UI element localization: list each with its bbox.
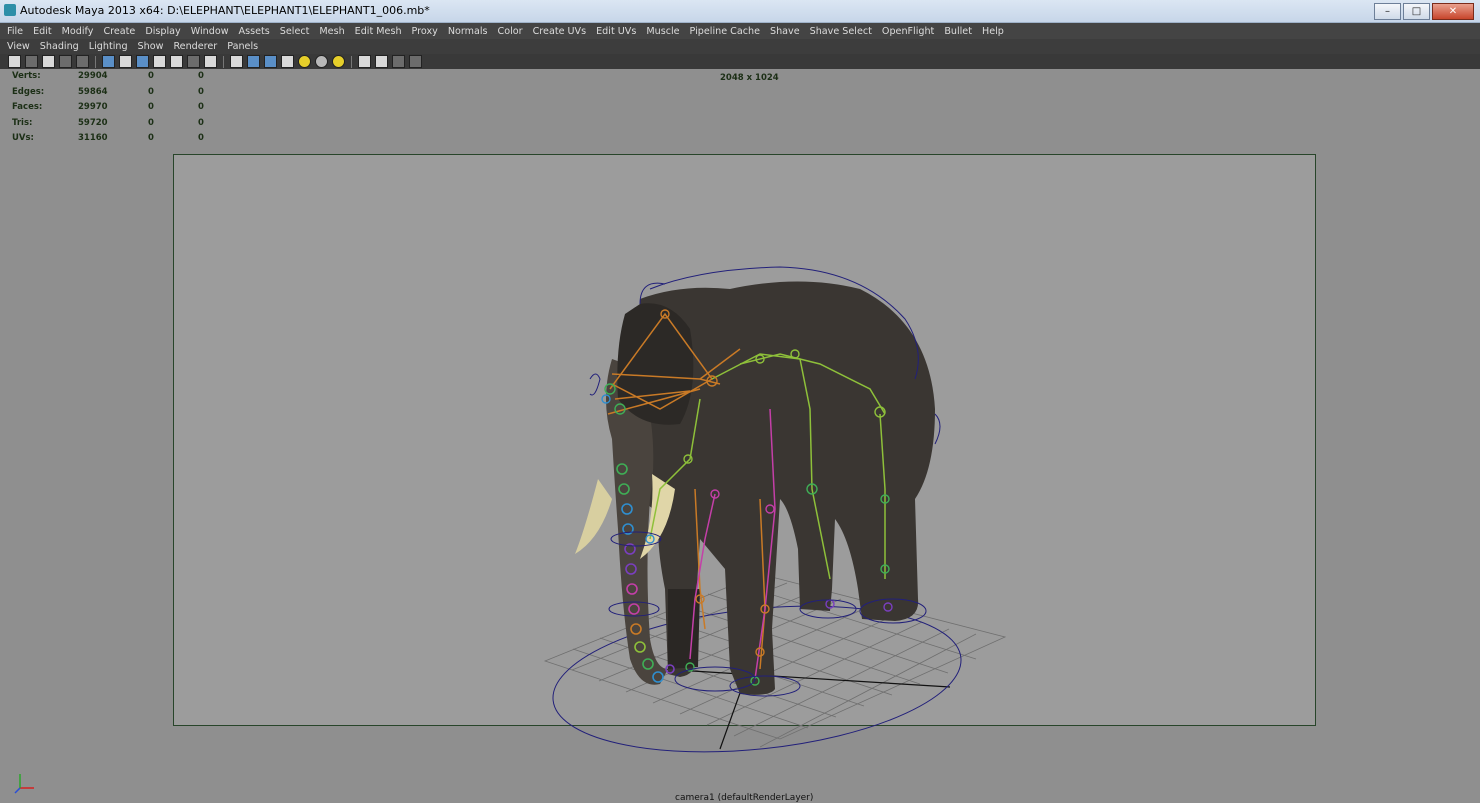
menu-mesh[interactable]: Mesh (314, 26, 349, 37)
panel-menu-shading[interactable]: Shading (35, 41, 84, 52)
window-title: Autodesk Maya 2013 x64: D:\ELEPHANT\ELEP… (20, 4, 430, 17)
maximize-button[interactable]: □ (1403, 3, 1430, 20)
menu-edit-uvs[interactable]: Edit UVs (591, 26, 641, 37)
menu-shave-select[interactable]: Shave Select (805, 26, 877, 37)
menu-bullet[interactable]: Bullet (939, 26, 977, 37)
minimize-button[interactable]: – (1374, 3, 1401, 20)
menu-window[interactable]: Window (186, 26, 234, 37)
grid-icon[interactable] (102, 55, 115, 68)
node-editor-icon[interactable] (409, 55, 422, 68)
gate-mask-icon[interactable] (153, 55, 166, 68)
isolate-select-icon[interactable] (358, 55, 371, 68)
ground-grid (543, 573, 1007, 748)
menu-select[interactable]: Select (275, 26, 315, 37)
panel-toolbar (0, 54, 1480, 69)
lighting-icon[interactable] (332, 55, 345, 68)
elephant-rig-scene[interactable] (0, 69, 1480, 800)
film-gate-icon[interactable] (119, 55, 132, 68)
grease-pencil-icon[interactable] (76, 55, 89, 68)
menu-edit-mesh[interactable]: Edit Mesh (350, 26, 407, 37)
perspective-viewport[interactable]: Verts: 29904 0 0 Edges: 59864 0 0 Faces:… (0, 69, 1480, 803)
panel-menubar: View Shading Lighting Show Renderer Pane… (0, 39, 1480, 54)
textured-icon[interactable] (281, 55, 294, 68)
menu-modify[interactable]: Modify (57, 26, 99, 37)
safe-action-icon[interactable] (187, 55, 200, 68)
camera-attributes-icon[interactable] (25, 55, 38, 68)
menu-display[interactable]: Display (140, 26, 185, 37)
smooth-shade-icon[interactable] (247, 55, 260, 68)
menu-edit[interactable]: Edit (28, 26, 57, 37)
panel-menu-renderer[interactable]: Renderer (168, 41, 222, 52)
wireframe-on-shaded-icon[interactable] (264, 55, 277, 68)
menu-file[interactable]: File (2, 26, 28, 37)
title-bar: Autodesk Maya 2013 x64: D:\ELEPHANT\ELEP… (0, 0, 1480, 23)
toolbar-separator (95, 55, 96, 68)
shadows-icon[interactable] (315, 55, 328, 68)
select-camera-icon[interactable] (8, 55, 21, 68)
safe-title-icon[interactable] (204, 55, 217, 68)
menu-create[interactable]: Create (98, 26, 140, 37)
menu-create-uvs[interactable]: Create UVs (528, 26, 592, 37)
xray-icon[interactable] (375, 55, 388, 68)
panel-menu-view[interactable]: View (2, 41, 35, 52)
close-button[interactable]: ✕ (1432, 3, 1474, 20)
wireframe-icon[interactable] (230, 55, 243, 68)
menu-normals[interactable]: Normals (443, 26, 493, 37)
main-menubar: File Edit Modify Create Display Window A… (0, 23, 1480, 39)
menu-proxy[interactable]: Proxy (407, 26, 443, 37)
menu-help[interactable]: Help (977, 26, 1009, 37)
resolution-gate-icon[interactable] (136, 55, 149, 68)
toolbar-separator (351, 55, 352, 68)
menu-openflight[interactable]: OpenFlight (877, 26, 939, 37)
use-all-lights-icon[interactable] (298, 55, 311, 68)
field-chart-icon[interactable] (170, 55, 183, 68)
menu-assets[interactable]: Assets (234, 26, 275, 37)
panel-menu-panels[interactable]: Panels (222, 41, 263, 52)
toolbar-separator (223, 55, 224, 68)
bookmarks-icon[interactable] (42, 55, 55, 68)
view-axis-icon (14, 774, 34, 794)
menu-muscle[interactable]: Muscle (641, 26, 684, 37)
maya-app-icon[interactable] (4, 4, 16, 16)
panel-menu-show[interactable]: Show (133, 41, 169, 52)
menu-color[interactable]: Color (493, 26, 528, 37)
camera-name-label: camera1 (defaultRenderLayer) (675, 793, 814, 803)
menu-shave[interactable]: Shave (765, 26, 805, 37)
window-controls: – □ ✕ (1374, 3, 1474, 20)
panel-menu-lighting[interactable]: Lighting (84, 41, 133, 52)
xray-joints-icon[interactable] (392, 55, 405, 68)
menu-pipeline-cache[interactable]: Pipeline Cache (685, 26, 765, 37)
image-plane-icon[interactable] (59, 55, 72, 68)
